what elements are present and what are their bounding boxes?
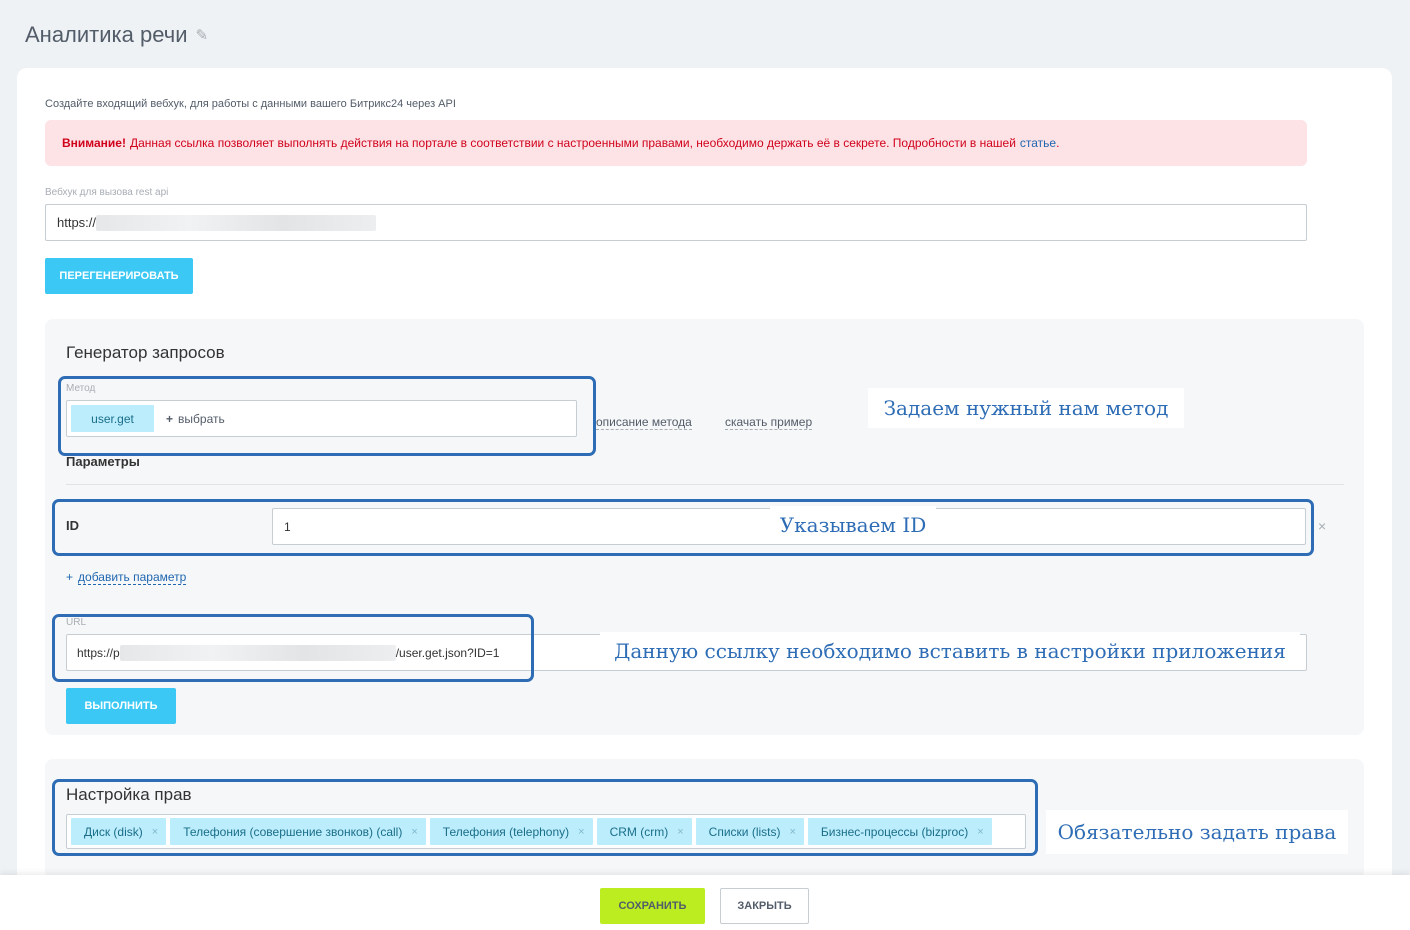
add-param-label: добавить параметр: [78, 570, 187, 585]
footer-bar: [0, 875, 1410, 930]
method-label: Метод: [66, 383, 96, 394]
remove-scope-icon[interactable]: ×: [152, 826, 158, 838]
page-title-text: Аналитика речи: [25, 22, 188, 47]
webhook-url-prefix: https://: [57, 215, 97, 230]
alert-article-link[interactable]: статье: [1020, 136, 1056, 150]
generator-title: Генератор запросов: [66, 343, 225, 362]
scope-tag[interactable]: Списки (lists) ×: [695, 818, 804, 845]
alert-bold: Внимание!: [62, 136, 126, 150]
url-annotation: Данную ссылку необходимо вставить в наст…: [600, 632, 1300, 670]
scope-label: Диск (disk): [84, 824, 143, 839]
add-param-link[interactable]: + добавить параметр: [66, 570, 187, 585]
url-label: URL: [66, 617, 87, 628]
remove-scope-icon[interactable]: ×: [578, 826, 584, 838]
url-prefix: https://p: [77, 645, 120, 660]
params-title: Параметры: [66, 454, 140, 469]
method-tag[interactable]: user.get: [71, 405, 154, 432]
scope-label: Списки (lists): [708, 824, 781, 839]
scope-label: Телефония (telephony): [442, 824, 570, 839]
scope-label: CRM (crm): [609, 824, 669, 839]
pencil-icon[interactable]: ✎: [196, 26, 209, 44]
alert-text: Данная ссылка позволяет выполнять действ…: [129, 136, 1016, 150]
redacted-url-part: [119, 644, 396, 661]
webhook-url-field[interactable]: https://: [45, 204, 1307, 241]
method-description-link[interactable]: описание метода: [596, 415, 692, 430]
webhook-label: Вебхук для вызова rest api: [45, 187, 169, 198]
rights-annotation: Обязательно задать права: [1046, 810, 1348, 854]
scope-tag[interactable]: Бизнес-процессы (bizproc) ×: [807, 818, 992, 845]
download-example-link[interactable]: скачать пример: [725, 415, 813, 430]
param-annotation: Указываем ID: [770, 506, 936, 544]
intro-text: Создайте входящий вебхук, для работы с д…: [45, 98, 456, 110]
scope-tag[interactable]: CRM (crm) ×: [596, 818, 692, 845]
alert-tail: .: [1056, 136, 1060, 150]
warning-alert: Внимание! Данная ссылка позволяет выполн…: [45, 120, 1307, 166]
method-selector[interactable]: user.get + выбрать: [66, 400, 577, 437]
url-suffix: /user.get.json?ID=1: [395, 645, 500, 660]
plus-icon: +: [166, 411, 174, 426]
choose-method-label: выбрать: [178, 411, 225, 426]
remove-scope-icon[interactable]: ×: [977, 826, 983, 838]
method-annotation: Задаем нужный нам метод: [868, 388, 1184, 428]
param-name: ID: [66, 518, 79, 533]
scope-tag[interactable]: Телефония (telephony) ×: [429, 818, 593, 845]
remove-scope-icon[interactable]: ×: [677, 826, 683, 838]
rights-title: Настройка прав: [66, 785, 192, 804]
scopes-selector[interactable]: Диск (disk) × Телефония (совершение звон…: [66, 814, 1026, 849]
remove-scope-icon[interactable]: ×: [411, 826, 417, 838]
params-divider: [66, 484, 1344, 485]
scope-tag[interactable]: Диск (disk) ×: [71, 818, 167, 845]
run-button[interactable]: ВЫПОЛНИТЬ: [66, 688, 176, 724]
page-title: Аналитика речи ✎: [25, 22, 208, 48]
scope-label: Бизнес-процессы (bizproc): [820, 824, 969, 839]
remove-scope-icon[interactable]: ×: [789, 826, 795, 838]
redacted-token: [96, 214, 377, 231]
save-button[interactable]: СОХРАНИТЬ: [600, 888, 705, 924]
regenerate-button[interactable]: ПЕРЕГЕНЕРИРОВАТЬ: [45, 258, 193, 294]
add-param-plus: +: [66, 570, 74, 584]
scope-tag[interactable]: Телефония (совершение звонков) (call) ×: [170, 818, 426, 845]
choose-method-link[interactable]: + выбрать: [166, 412, 225, 426]
remove-param-icon[interactable]: ×: [1318, 518, 1326, 534]
scope-label: Телефония (совершение звонков) (call): [183, 824, 403, 839]
close-button[interactable]: ЗАКРЫТЬ: [720, 888, 809, 924]
